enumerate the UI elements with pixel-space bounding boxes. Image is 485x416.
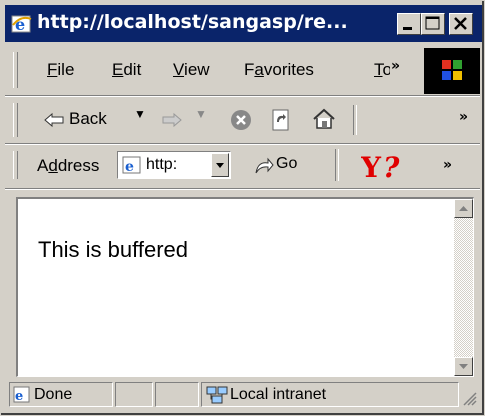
address-bar: Address Go Y ? » [9,145,478,185]
vertical-scrollbar[interactable] [454,199,473,376]
menu-edit[interactable]: Edit [112,60,141,80]
toolbar-overflow-chevron[interactable]: » [459,109,468,125]
page-text: This is buffered [38,237,189,262]
address-input[interactable]: e http: [117,151,231,179]
windows-logo-icon [442,60,462,80]
chevron-down-icon [216,163,224,168]
svg-text:?: ? [383,151,400,181]
address-separator [335,149,339,181]
minimize-icon [403,27,412,30]
address-label: Address [37,156,100,175]
menu-overflow-chevron[interactable]: » [391,58,400,74]
address-overflow-chevron[interactable]: » [443,157,452,173]
toolbar-grip[interactable] [13,103,18,137]
page-content[interactable]: This is buffered [16,197,474,377]
status-pane-zone: Local intranet [201,382,459,407]
stop-icon[interactable] [229,108,253,132]
menu-favorites[interactable]: Favorites [244,60,314,80]
window-title: http://localhost/sangasp/re... [37,11,348,33]
divider [5,189,480,190]
page-icon: e [13,386,30,404]
svg-text:e: e [125,159,134,174]
status-pane [115,382,153,407]
toolbar-separator [353,105,357,135]
refresh-icon[interactable] [271,108,291,132]
menu-tools[interactable]: Tools [374,60,390,80]
go-button[interactable]: Go [250,153,318,179]
home-icon[interactable] [311,107,337,131]
zone-text: Local intranet [230,386,327,403]
forward-dropdown-arrow[interactable]: ▼ [195,107,207,121]
maximize-button[interactable] [421,13,445,35]
close-icon [454,17,467,30]
address-bar-grip[interactable] [13,151,18,179]
address-dropdown-button[interactable] [211,153,229,177]
resize-grip-icon[interactable] [461,390,477,406]
menu-bar-grip[interactable] [13,52,18,88]
scroll-up-button[interactable] [454,199,473,218]
close-button[interactable] [449,13,473,35]
back-dropdown-arrow[interactable]: ▼ [134,107,146,121]
status-bar: e Done Local intranet [9,380,478,410]
browser-window: e http://localhost/sangasp/re... File Ed… [0,0,485,416]
scroll-down-button[interactable] [454,357,473,376]
windows-logo [424,48,480,94]
back-label: Back [69,109,107,128]
status-pane [155,382,199,407]
ie-icon: e [11,15,32,34]
maximize-icon [425,16,440,30]
address-value: http: [146,156,178,173]
yahoo-logo-icon[interactable]: Y ? [361,151,415,181]
menu-file[interactable]: File [47,60,74,80]
go-icon [255,157,274,174]
svg-text:Y: Y [361,151,382,181]
forward-button[interactable]: ▼ [155,107,213,133]
scroll-down-icon [459,364,468,369]
page-icon: e [122,156,141,174]
local-intranet-icon [206,386,228,404]
minimize-button[interactable] [397,13,421,35]
standard-toolbar: Back ▼ ▼ » [9,97,478,143]
status-text: Done [34,386,73,403]
menu-bar: File Edit View Favorites Tools » [9,46,478,94]
back-arrow-icon [44,112,64,128]
go-label: Go [276,155,298,172]
title-bar[interactable]: e http://localhost/sangasp/re... [5,5,482,42]
scroll-up-icon [459,206,468,211]
back-button[interactable]: Back ▼ [39,107,151,133]
svg-text:e: e [15,389,23,404]
menu-view[interactable]: View [173,60,210,80]
forward-arrow-icon [162,112,182,128]
status-pane-main: e Done [9,382,113,407]
